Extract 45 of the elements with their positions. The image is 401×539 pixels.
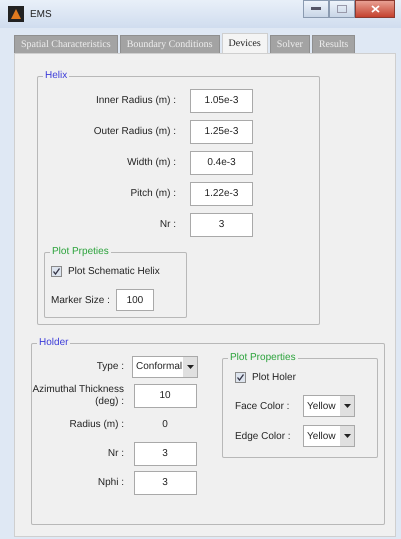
input-field[interactable]: 100 [116,289,154,311]
field-label: Type : [96,360,125,372]
checkbox-label: Plot Holer [252,372,296,382]
field-label: Pitch (m) : [129,188,177,199]
minimize-button[interactable] [303,0,329,18]
caret-icon [186,364,194,368]
input-field[interactable]: 3 [190,212,253,236]
field-label: Inner Radius (m) : [94,95,177,106]
minimize-icon [311,7,321,11]
group-title: Plot Prpeties [52,246,109,257]
field-label: Nr : [106,448,125,460]
group-title: Plot Properties [230,352,296,363]
group-title: Helix [45,70,68,81]
tab[interactable]: Devices [222,33,268,53]
group-title: Holder [39,337,68,348]
field-label: Nr : [158,219,177,230]
input-field[interactable]: 0.4e-3 [190,150,253,174]
field-label: Nphi : [96,476,125,488]
caret-icon [344,404,350,408]
value-text: 0 [162,419,168,430]
field-label: Radius (m) : [68,418,125,430]
input-field[interactable]: 1.22e-3 [190,182,253,206]
type-dropdown[interactable]: Conformal [132,356,198,378]
input-field[interactable]: 3 [134,470,196,494]
color-dropdown[interactable]: Yellow [303,425,355,447]
color-dropdown[interactable]: Yellow [303,395,355,417]
field-label: Azimuthal Thickness (deg) : [32,384,125,408]
maximize-icon [337,5,347,13]
caret-icon [344,434,350,438]
checkbox[interactable] [235,372,246,382]
input-field[interactable]: 1.05e-3 [190,88,253,112]
field-label: Width (m) : [126,157,177,168]
close-button[interactable] [355,0,395,18]
window-title: EMS [30,8,52,20]
app-icon [8,6,24,22]
field-label: Face Color : [235,400,290,412]
checkbox[interactable] [51,266,62,276]
close-icon [370,5,380,13]
input-field[interactable]: 10 [134,384,196,408]
field-label: Outer Radius (m) : [92,126,177,137]
field-label: Edge Color : [235,430,292,442]
field-label: Marker Size : [51,294,110,306]
checkbox-label: Plot Schematic Helix [68,266,160,276]
input-field[interactable]: 1.25e-3 [190,120,253,144]
input-field[interactable]: 3 [134,442,196,466]
